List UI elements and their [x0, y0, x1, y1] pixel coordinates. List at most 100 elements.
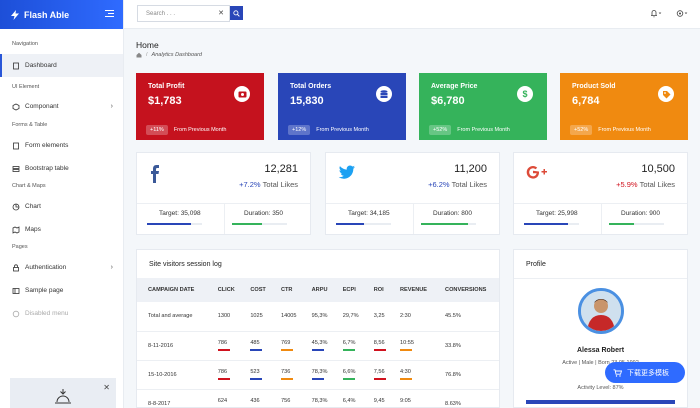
- table-cell: 14005: [271, 302, 303, 332]
- sidebar-item-form-elements[interactable]: Form elements: [0, 134, 123, 157]
- table-cell: 2:30: [391, 302, 437, 332]
- table-cell: 8,56: [364, 331, 391, 361]
- twitter-icon: [338, 165, 355, 179]
- mini-bar: [217, 378, 230, 380]
- table-cell: 769: [271, 331, 303, 361]
- cell-value: 1025: [250, 313, 263, 320]
- sidebar-item-authentication[interactable]: Authentication ›: [0, 256, 123, 279]
- cell-value: 756: [280, 398, 291, 405]
- search-button[interactable]: [230, 6, 243, 20]
- column-header[interactable]: CLICK: [208, 278, 242, 302]
- cell-value: 2:30: [400, 313, 411, 320]
- stat-note: From Previous Month: [598, 127, 651, 133]
- cell-value: 14005: [280, 313, 297, 320]
- menu-toggle-icon[interactable]: [105, 10, 114, 18]
- card-title: Profile: [526, 261, 546, 268]
- table-cell: 523: [241, 360, 272, 390]
- cell-value: 786: [217, 340, 228, 347]
- bell-icon[interactable]: [650, 9, 662, 20]
- sidebar-item-sample-page[interactable]: Sample page: [0, 279, 123, 302]
- chevron-right-icon: ›: [110, 103, 113, 110]
- mini-bar: [280, 378, 293, 380]
- table-cell: 6,6%: [333, 360, 365, 390]
- table-cell: 786: [208, 331, 242, 361]
- cell-value: 78,3%: [311, 369, 328, 376]
- session-log-card: Site visitors session log CAMPAIGN DATE C…: [136, 249, 500, 408]
- stat-label: Total Profit: [148, 83, 185, 90]
- column-header[interactable]: ECPI: [333, 278, 365, 302]
- cell-value: 33.8%: [445, 342, 461, 349]
- mini-bar: [400, 378, 412, 380]
- google-plus-icon: [526, 166, 547, 179]
- target-progress: [524, 223, 579, 225]
- table-cell: 485: [241, 331, 272, 361]
- table-cell: 1025: [241, 302, 272, 332]
- stat-card-total-profit: Total Profit $1,783 +11% From Previous Mo…: [136, 73, 264, 140]
- column-header[interactable]: ARPU: [302, 278, 334, 302]
- sidebar-item-bootstrap-table[interactable]: Bootstrap table: [0, 157, 123, 180]
- table-cell: 45.5%: [436, 302, 499, 332]
- cell-value: 786: [217, 369, 228, 376]
- cell-value: 4:30: [400, 369, 411, 376]
- likes-label: Total Likes: [262, 180, 298, 189]
- mini-bar: [311, 378, 324, 380]
- table-cell: 1300: [208, 302, 242, 332]
- cell-value: 7,56: [373, 369, 385, 376]
- cell-value: 1300: [217, 313, 231, 320]
- stat-label: Average Price: [431, 83, 478, 90]
- chevron-right-icon: ›: [110, 264, 113, 271]
- mini-bar: [311, 349, 324, 351]
- cell-value: 6,4%: [342, 398, 356, 405]
- sidebar-item-dashboard[interactable]: Dashboard: [0, 54, 123, 77]
- cell-value: 78,3%: [311, 398, 328, 405]
- column-header[interactable]: CAMPAIGN DATE: [137, 278, 209, 302]
- sidebar-item-chart[interactable]: Chart: [0, 195, 123, 218]
- clear-icon[interactable]: ✕: [218, 9, 224, 17]
- money-icon: [234, 86, 250, 102]
- breadcrumb: / Analytics Dashboard: [136, 52, 202, 58]
- sidebar-item-maps[interactable]: Maps: [0, 218, 123, 241]
- table-cell: 78,3%: [302, 360, 334, 390]
- likes-label: Total Likes: [639, 180, 675, 189]
- sidebar-item-componant[interactable]: Componant ›: [0, 95, 123, 118]
- cell-value: 8,56: [373, 340, 385, 347]
- target-text: Target: 25,998: [536, 210, 578, 217]
- cell-value: 736: [280, 369, 291, 376]
- search-icon: [233, 9, 240, 17]
- search-input[interactable]: Search . . . ✕: [137, 5, 230, 22]
- table-cell: 6,4%: [333, 389, 365, 407]
- breadcrumb-item[interactable]: Analytics Dashboard: [152, 52, 202, 58]
- cell-value: 6,6%: [342, 369, 356, 376]
- column-header[interactable]: COST: [241, 278, 272, 302]
- lightning-logo-icon: [11, 9, 19, 20]
- column-header[interactable]: CTR: [271, 278, 303, 302]
- close-icon[interactable]: ✕: [103, 383, 110, 392]
- table-cell: 76.8%: [436, 360, 499, 390]
- pie-chart-icon: [12, 203, 20, 211]
- table-cell: 9:05: [391, 389, 437, 407]
- gear-icon[interactable]: [676, 9, 688, 20]
- cell-value: 485: [250, 340, 260, 347]
- likes-change: +7.2%: [239, 180, 261, 189]
- stat-note: From Previous Month: [457, 127, 510, 133]
- column-header[interactable]: ROI: [364, 278, 391, 302]
- social-card-facebook: 12,281 +7.2% Total Likes Target: 35,098 …: [136, 152, 311, 235]
- cell-value: 95,3%: [311, 313, 328, 320]
- map-icon: [12, 225, 20, 234]
- cell-value: 523: [250, 369, 260, 376]
- stat-value: 15,830: [290, 95, 324, 107]
- download-more-button[interactable]: 下载更多模板: [605, 362, 685, 383]
- cell-value: 9:05: [400, 398, 411, 405]
- home-icon[interactable]: [136, 52, 142, 58]
- download-button-label: 下载更多模板: [627, 369, 669, 377]
- sidebar-item-label: Form elements: [25, 142, 69, 149]
- column-header[interactable]: REVENUE: [391, 278, 437, 302]
- column-header[interactable]: CONVERSIONS: [436, 278, 499, 302]
- table-cell: 8.63%: [436, 389, 499, 407]
- duration-text: Duration: 800: [433, 210, 473, 217]
- mini-bar: [250, 378, 263, 380]
- nav-caption: Navigation: [12, 41, 38, 47]
- activity-level: Activity Level: 87%: [577, 385, 624, 391]
- table-cell: 78,3%: [302, 389, 334, 407]
- duration-progress: [609, 223, 664, 225]
